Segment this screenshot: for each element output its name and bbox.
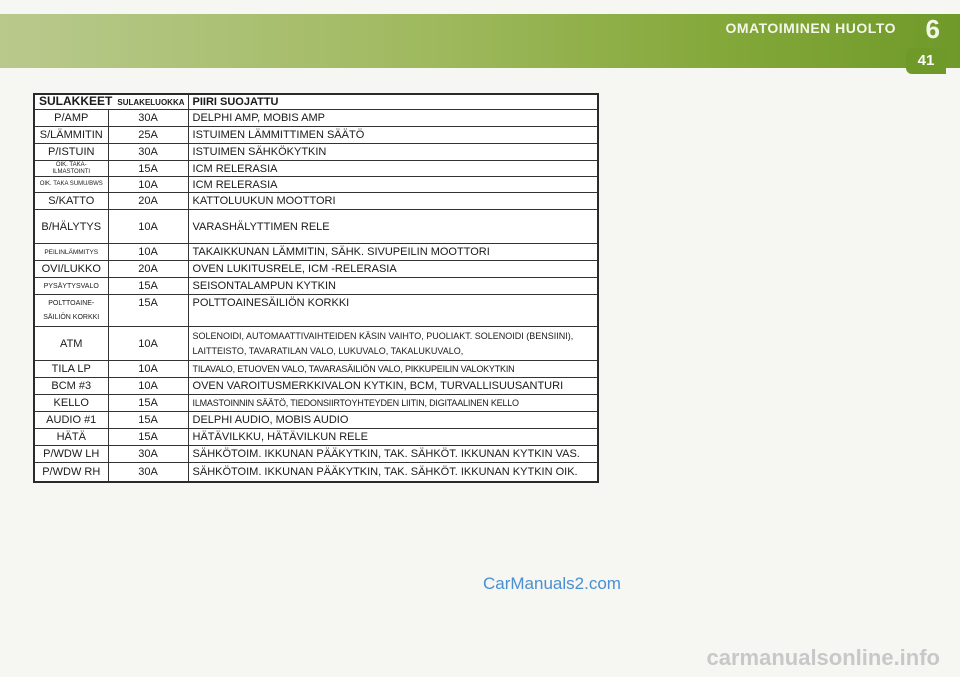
fuse-circuit: KATTOLUUKUN MOOTTORI	[187, 192, 599, 210]
table-row: HÄTÄ 15A HÄTÄVILKKU, HÄTÄVILKUN RELE	[33, 428, 599, 446]
table-row: P/WDW RH 30A SÄHKÖTOIM. IKKUNAN PÄÄKYTKI…	[33, 462, 599, 482]
fuse-name: OIK. TAKA SUMU/BWS	[33, 176, 109, 193]
fuse-rating: 25A	[107, 126, 189, 144]
fuse-circuit: SOLENOIDI, AUTOMAATTIVAIHTEIDEN KÄSIN VA…	[187, 326, 599, 361]
table-row: S/KATTO 20A KATTOLUUKUN MOOTTORI	[33, 192, 599, 210]
fuse-rating: 10A	[107, 360, 189, 378]
fuse-rating: 30A	[107, 109, 189, 127]
fuse-name: AUDIO #1	[33, 411, 109, 429]
fuse-circuit: ISTUIMEN SÄHKÖKYTKIN	[187, 143, 599, 161]
fuse-name: B/HÄLYTYS	[33, 209, 109, 244]
fuse-circuit: POLTTOAINESÄILIÖN KORKKI	[187, 294, 599, 327]
table-row: TILA LP 10A TILAVALO, ETUOVEN VALO, TAVA…	[33, 360, 599, 378]
fuse-name: P/WDW LH	[33, 445, 109, 463]
table-row: P/AMP 30A DELPHI AMP, MOBIS AMP	[33, 109, 599, 127]
chapter-title: OMATOIMINEN HUOLTO	[725, 20, 896, 36]
fuse-name: P/ISTUIN	[33, 143, 109, 161]
fuse-name: S/KATTO	[33, 192, 109, 210]
table-row: B/HÄLYTYS 10A VARASHÄLYTTIMEN RELE	[33, 209, 599, 244]
fuse-circuit: DELPHI AUDIO, MOBIS AUDIO	[187, 411, 599, 429]
table-row: OVI/LUKKO 20A OVEN LUKITUSRELE, ICM -REL…	[33, 260, 599, 278]
fuse-name: TILA LP	[33, 360, 109, 378]
fuse-rating: 15A	[107, 394, 189, 412]
fuse-circuit: ICM RELERASIA	[187, 160, 599, 177]
fuse-rating: 15A	[107, 160, 189, 177]
fuse-circuit: VARASHÄLYTTIMEN RELE	[187, 209, 599, 244]
fuse-circuit: ISTUIMEN LÄMMITTIMEN SÄÄTÖ	[187, 126, 599, 144]
fuse-rating: 30A	[107, 445, 189, 463]
fuse-rating: 30A	[107, 143, 189, 161]
fuse-name: P/AMP	[33, 109, 109, 127]
fuse-name: BCM #3	[33, 377, 109, 395]
fuse-circuit: TAKAIKKUNAN LÄMMITIN, SÄHK. SIVUPEILIN M…	[187, 243, 599, 261]
fuse-rating: 15A	[107, 428, 189, 446]
fuse-circuit: HÄTÄVILKKU, HÄTÄVILKUN RELE	[187, 428, 599, 446]
fuse-name: ATM	[33, 326, 109, 361]
fuse-table: SULAKKEET SULAKELUOKKA PIIRI SUOJATTU P/…	[33, 93, 600, 483]
fuse-rating: 20A	[107, 260, 189, 278]
fuse-rating: 10A	[107, 176, 189, 193]
fuse-rating: 10A	[107, 326, 189, 361]
header-fuses-label: SULAKKEET	[39, 94, 113, 108]
fuse-circuit: SÄHKÖTOIM. IKKUNAN PÄÄKYTKIN, TAK. SÄHKÖ…	[187, 462, 599, 482]
table-row: ATM 10A SOLENOIDI, AUTOMAATTIVAIHTEIDEN …	[33, 326, 599, 361]
page-number: 41	[906, 48, 946, 74]
watermark-link[interactable]: CarManuals2.com	[483, 574, 621, 594]
fuse-circuit: SÄHKÖTOIM. IKKUNAN PÄÄKYTKIN, TAK. SÄHKÖ…	[187, 445, 599, 463]
fuse-circuit: OVEN LUKITUSRELE, ICM -RELERASIA	[187, 260, 599, 278]
fuse-name: OIK. TAKA-ILMASTOINTI	[33, 160, 109, 177]
fuse-rating: 10A	[107, 209, 189, 244]
fuse-circuit: SEISONTALAMPUN KYTKIN	[187, 277, 599, 295]
table-row: KELLO 15A ILMASTOINNIN SÄÄTÖ, TIEDONSIIR…	[33, 394, 599, 412]
header-fuses: SULAKKEET SULAKELUOKKA	[33, 93, 189, 110]
fuse-rating: 15A	[107, 277, 189, 295]
fuse-rating: 15A	[107, 294, 189, 327]
footer-watermark: carmanualsonline.info	[706, 645, 941, 670]
header-rating-label: SULAKELUOKKA	[117, 98, 185, 107]
chapter-number: 6	[925, 14, 940, 44]
fuse-name: POLTTOAINE-SÄILIÖN KORKKI	[33, 294, 109, 327]
fuse-rating: 30A	[107, 462, 189, 482]
fuse-circuit: DELPHI AMP, MOBIS AMP	[187, 109, 599, 127]
table-row: AUDIO #1 15A DELPHI AUDIO, MOBIS AUDIO	[33, 411, 599, 429]
table-header-row: SULAKKEET SULAKELUOKKA PIIRI SUOJATTU	[33, 93, 599, 110]
table-row: P/ISTUIN 30A ISTUIMEN SÄHKÖKYTKIN	[33, 143, 599, 161]
fuse-rating: 10A	[107, 243, 189, 261]
table-row: P/WDW LH 30A SÄHKÖTOIM. IKKUNAN PÄÄKYTKI…	[33, 445, 599, 463]
header-circuit-label: PIIRI SUOJATTU	[187, 93, 599, 110]
table-row: OIK. TAKA-ILMASTOINTI 15A ICM RELERASIA	[33, 160, 599, 177]
fuse-name: OVI/LUKKO	[33, 260, 109, 278]
fuse-name: PYSÄYTYSVALO	[33, 277, 109, 295]
fuse-name: PEILINLÄMMITYS	[33, 243, 109, 261]
fuse-rating: 10A	[107, 377, 189, 395]
fuse-name: P/WDW RH	[33, 462, 109, 482]
fuse-rating: 15A	[107, 411, 189, 429]
fuse-name: S/LÄMMITIN	[33, 126, 109, 144]
table-row: PYSÄYTYSVALO 15A SEISONTALAMPUN KYTKIN	[33, 277, 599, 295]
table-row: BCM #3 10A OVEN VAROITUSMERKKIVALON KYTK…	[33, 377, 599, 395]
table-row: PEILINLÄMMITYS 10A TAKAIKKUNAN LÄMMITIN,…	[33, 243, 599, 261]
table-row: POLTTOAINE-SÄILIÖN KORKKI 15A POLTTOAINE…	[33, 294, 599, 327]
table-row: OIK. TAKA SUMU/BWS 10A ICM RELERASIA	[33, 176, 599, 193]
fuse-circuit: ILMASTOINNIN SÄÄTÖ, TIEDONSIIRTOYHTEYDEN…	[187, 394, 599, 412]
fuse-circuit: OVEN VAROITUSMERKKIVALON KYTKIN, BCM, TU…	[187, 377, 599, 395]
fuse-circuit: TILAVALO, ETUOVEN VALO, TAVARASÄILIÖN VA…	[187, 360, 599, 378]
table-row: S/LÄMMITIN 25A ISTUIMEN LÄMMITTIMEN SÄÄT…	[33, 126, 599, 144]
fuse-circuit: ICM RELERASIA	[187, 176, 599, 193]
fuse-name: HÄTÄ	[33, 428, 109, 446]
fuse-name: KELLO	[33, 394, 109, 412]
fuse-rating: 20A	[107, 192, 189, 210]
